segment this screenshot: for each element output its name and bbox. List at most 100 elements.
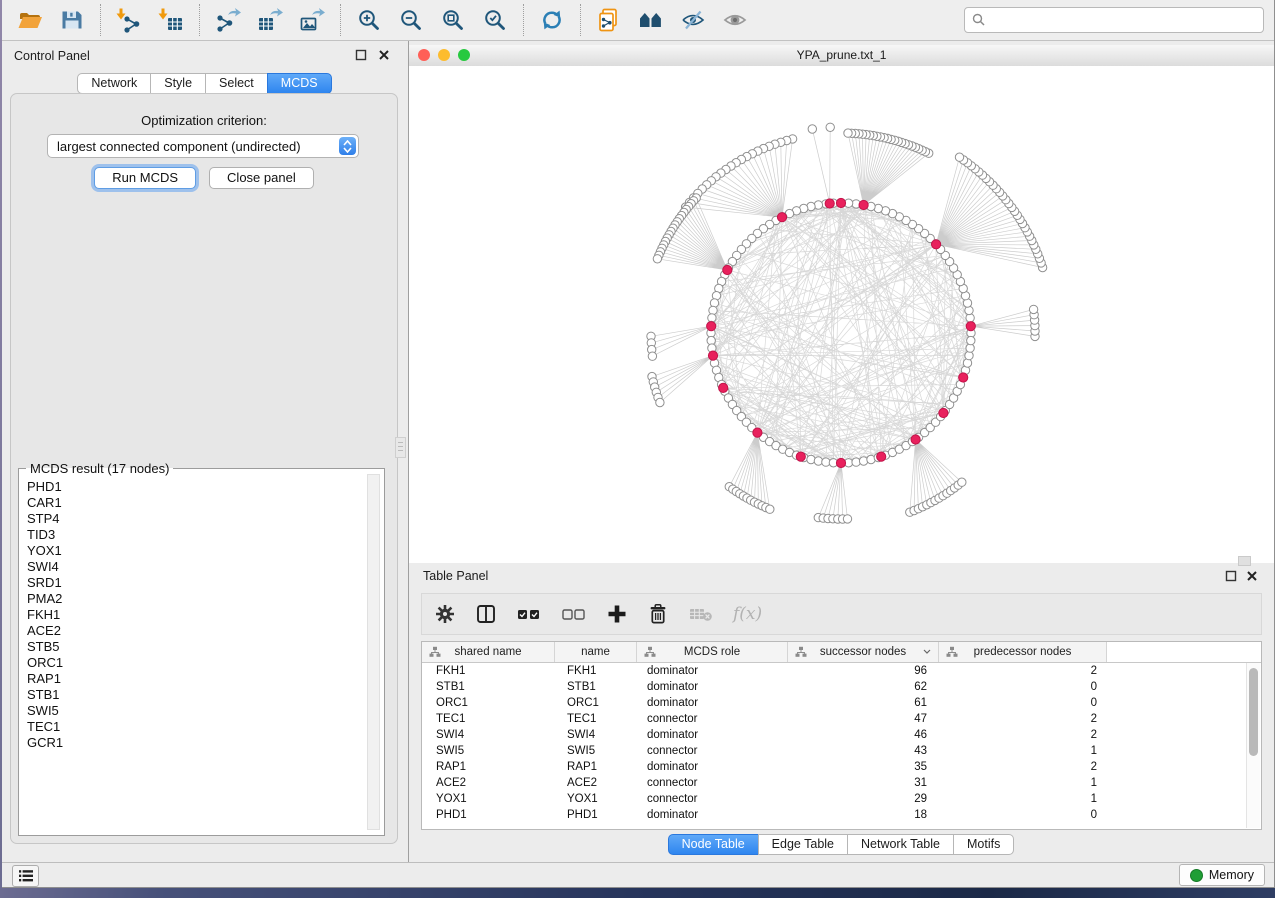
cell-MCDS-role: connector xyxy=(637,711,788,727)
float-panel-icon[interactable] xyxy=(355,49,367,61)
selected-option: largest connected component (undirected) xyxy=(48,139,339,154)
network-graph[interactable] xyxy=(409,66,1274,563)
table-panel-title: Table Panel xyxy=(423,569,488,583)
mcds-result-scrollbar[interactable] xyxy=(367,474,380,830)
table-row[interactable]: PHD1PHD1dominator180 xyxy=(422,807,1246,823)
vertical-splitter-grip[interactable] xyxy=(395,437,406,458)
zoom-in-icon[interactable] xyxy=(356,7,382,33)
mcds-node-item[interactable]: SWI5 xyxy=(27,703,362,719)
network-window-titlebar[interactable]: YPA_prune.txt_1 xyxy=(409,45,1274,67)
mcds-result-list[interactable]: PHD1CAR1STP4TID3YOX1SWI4SRD1PMA2FKH1ACE2… xyxy=(27,479,362,829)
show-columns-icon[interactable] xyxy=(475,603,497,625)
memory-label: Memory xyxy=(1209,868,1254,882)
table-scrollbar[interactable] xyxy=(1246,663,1260,828)
zoom-fit-icon[interactable] xyxy=(440,7,466,33)
tab-edge-table[interactable]: Edge Table xyxy=(758,834,848,855)
mcds-node-item[interactable]: TID3 xyxy=(27,527,362,543)
mcds-node-item[interactable]: YOX1 xyxy=(27,543,362,559)
first-neighbors-icon[interactable] xyxy=(638,7,664,33)
mcds-node-item[interactable]: STB1 xyxy=(27,687,362,703)
search-box[interactable] xyxy=(964,7,1264,33)
table-row[interactable]: SWI4SWI4dominator462 xyxy=(422,727,1246,743)
mcds-node-item[interactable]: FKH1 xyxy=(27,607,362,623)
zoom-out-icon[interactable] xyxy=(398,7,424,33)
table-row[interactable]: YOX1YOX1connector291 xyxy=(422,791,1246,807)
export-image-icon[interactable] xyxy=(299,7,325,33)
cell-successor-nodes: 46 xyxy=(788,727,939,743)
mcds-node-item[interactable]: STP4 xyxy=(27,511,362,527)
table-row[interactable]: ACE2ACE2connector311 xyxy=(422,775,1246,791)
optimization-criterion-select[interactable]: largest connected component (undirected) xyxy=(47,134,359,158)
close-table-panel-icon[interactable] xyxy=(1246,570,1258,582)
import-table-icon[interactable] xyxy=(158,7,184,33)
column-header-predecessor-nodes[interactable]: predecessor nodes xyxy=(939,642,1107,662)
mcds-node-item[interactable]: STB5 xyxy=(27,639,362,655)
cell-shared-name: STB1 xyxy=(422,679,555,695)
table-scrollbar-thumb[interactable] xyxy=(1249,668,1258,756)
add-column-icon[interactable] xyxy=(606,603,628,625)
new-network-from-selection-icon[interactable] xyxy=(596,7,622,33)
mcds-node-item[interactable]: SRD1 xyxy=(27,575,362,591)
mcds-node-item[interactable]: CAR1 xyxy=(27,495,362,511)
deselect-all-icon[interactable] xyxy=(561,603,587,625)
network-title: YPA_prune.txt_1 xyxy=(409,48,1274,62)
mcds-node-item[interactable]: RAP1 xyxy=(27,671,362,687)
close-panel-icon[interactable] xyxy=(378,49,390,61)
tab-motifs[interactable]: Motifs xyxy=(953,834,1014,855)
save-session-icon[interactable] xyxy=(59,7,85,33)
table-row[interactable]: FKH1FKH1dominator962 xyxy=(422,663,1246,679)
mcds-node-item[interactable]: GCR1 xyxy=(27,735,362,751)
table-row[interactable]: ORC1ORC1dominator610 xyxy=(422,695,1246,711)
toolbar-group-export xyxy=(200,7,340,33)
tab-network[interactable]: Network xyxy=(77,73,151,94)
tab-style[interactable]: Style xyxy=(150,73,206,94)
mcds-node-item[interactable]: PHD1 xyxy=(27,479,362,495)
mcds-node-item[interactable]: SWI4 xyxy=(27,559,362,575)
column-header-successor-nodes[interactable]: successor nodes xyxy=(788,642,939,662)
cell-name: ORC1 xyxy=(555,695,637,711)
open-file-icon[interactable] xyxy=(17,7,43,33)
table-settings-gear-icon[interactable] xyxy=(434,603,456,625)
cell-predecessor-nodes: 1 xyxy=(939,775,1107,791)
hide-selected-icon[interactable] xyxy=(680,7,706,33)
mcds-node-item[interactable]: TEC1 xyxy=(27,719,362,735)
zoom-selected-icon[interactable] xyxy=(482,7,508,33)
export-table-icon[interactable] xyxy=(257,7,283,33)
toolbar-group-refresh xyxy=(524,7,580,33)
show-panels-list-button[interactable] xyxy=(12,865,39,887)
memory-button[interactable]: Memory xyxy=(1179,864,1265,886)
tab-select[interactable]: Select xyxy=(205,73,268,94)
close-panel-button[interactable]: Close panel xyxy=(209,167,314,189)
table-row[interactable]: RAP1RAP1dominator352 xyxy=(422,759,1246,775)
select-all-icon[interactable] xyxy=(516,603,542,625)
cell-MCDS-role: dominator xyxy=(637,679,788,695)
delete-column-trash-icon[interactable] xyxy=(647,603,669,625)
node-table: shared namenameMCDS rolesuccessor nodesp… xyxy=(421,641,1262,830)
cell-successor-nodes: 35 xyxy=(788,759,939,775)
function-builder-icon: f(x) xyxy=(733,604,762,624)
table-row[interactable]: TEC1TEC1connector472 xyxy=(422,711,1246,727)
export-network-icon[interactable] xyxy=(215,7,241,33)
table-row[interactable]: STB1STB1dominator620 xyxy=(422,679,1246,695)
tab-mcds[interactable]: MCDS xyxy=(267,73,332,94)
run-mcds-button[interactable]: Run MCDS xyxy=(94,167,196,189)
column-header-shared-name[interactable]: shared name xyxy=(422,642,555,662)
horizontal-splitter-grip[interactable] xyxy=(1238,556,1251,566)
mcds-node-item[interactable]: ORC1 xyxy=(27,655,362,671)
column-header-name[interactable]: name xyxy=(555,642,637,662)
float-table-panel-icon[interactable] xyxy=(1225,570,1237,582)
mcds-node-item[interactable]: PMA2 xyxy=(27,591,362,607)
network-canvas[interactable] xyxy=(409,66,1274,563)
import-network-icon[interactable] xyxy=(116,7,142,33)
tab-node-table[interactable]: Node Table xyxy=(668,834,759,855)
search-input[interactable] xyxy=(987,10,1263,30)
table-row[interactable]: SWI5SWI5connector431 xyxy=(422,743,1246,759)
cell-predecessor-nodes: 2 xyxy=(939,759,1107,775)
show-all-icon xyxy=(722,7,748,33)
toolbar-group-zoom xyxy=(341,7,523,33)
column-header-MCDS-role[interactable]: MCDS role xyxy=(637,642,788,662)
refresh-icon[interactable] xyxy=(539,7,565,33)
tab-network-table[interactable]: Network Table xyxy=(847,834,954,855)
mcds-node-item[interactable]: ACE2 xyxy=(27,623,362,639)
cell-successor-nodes: 47 xyxy=(788,711,939,727)
